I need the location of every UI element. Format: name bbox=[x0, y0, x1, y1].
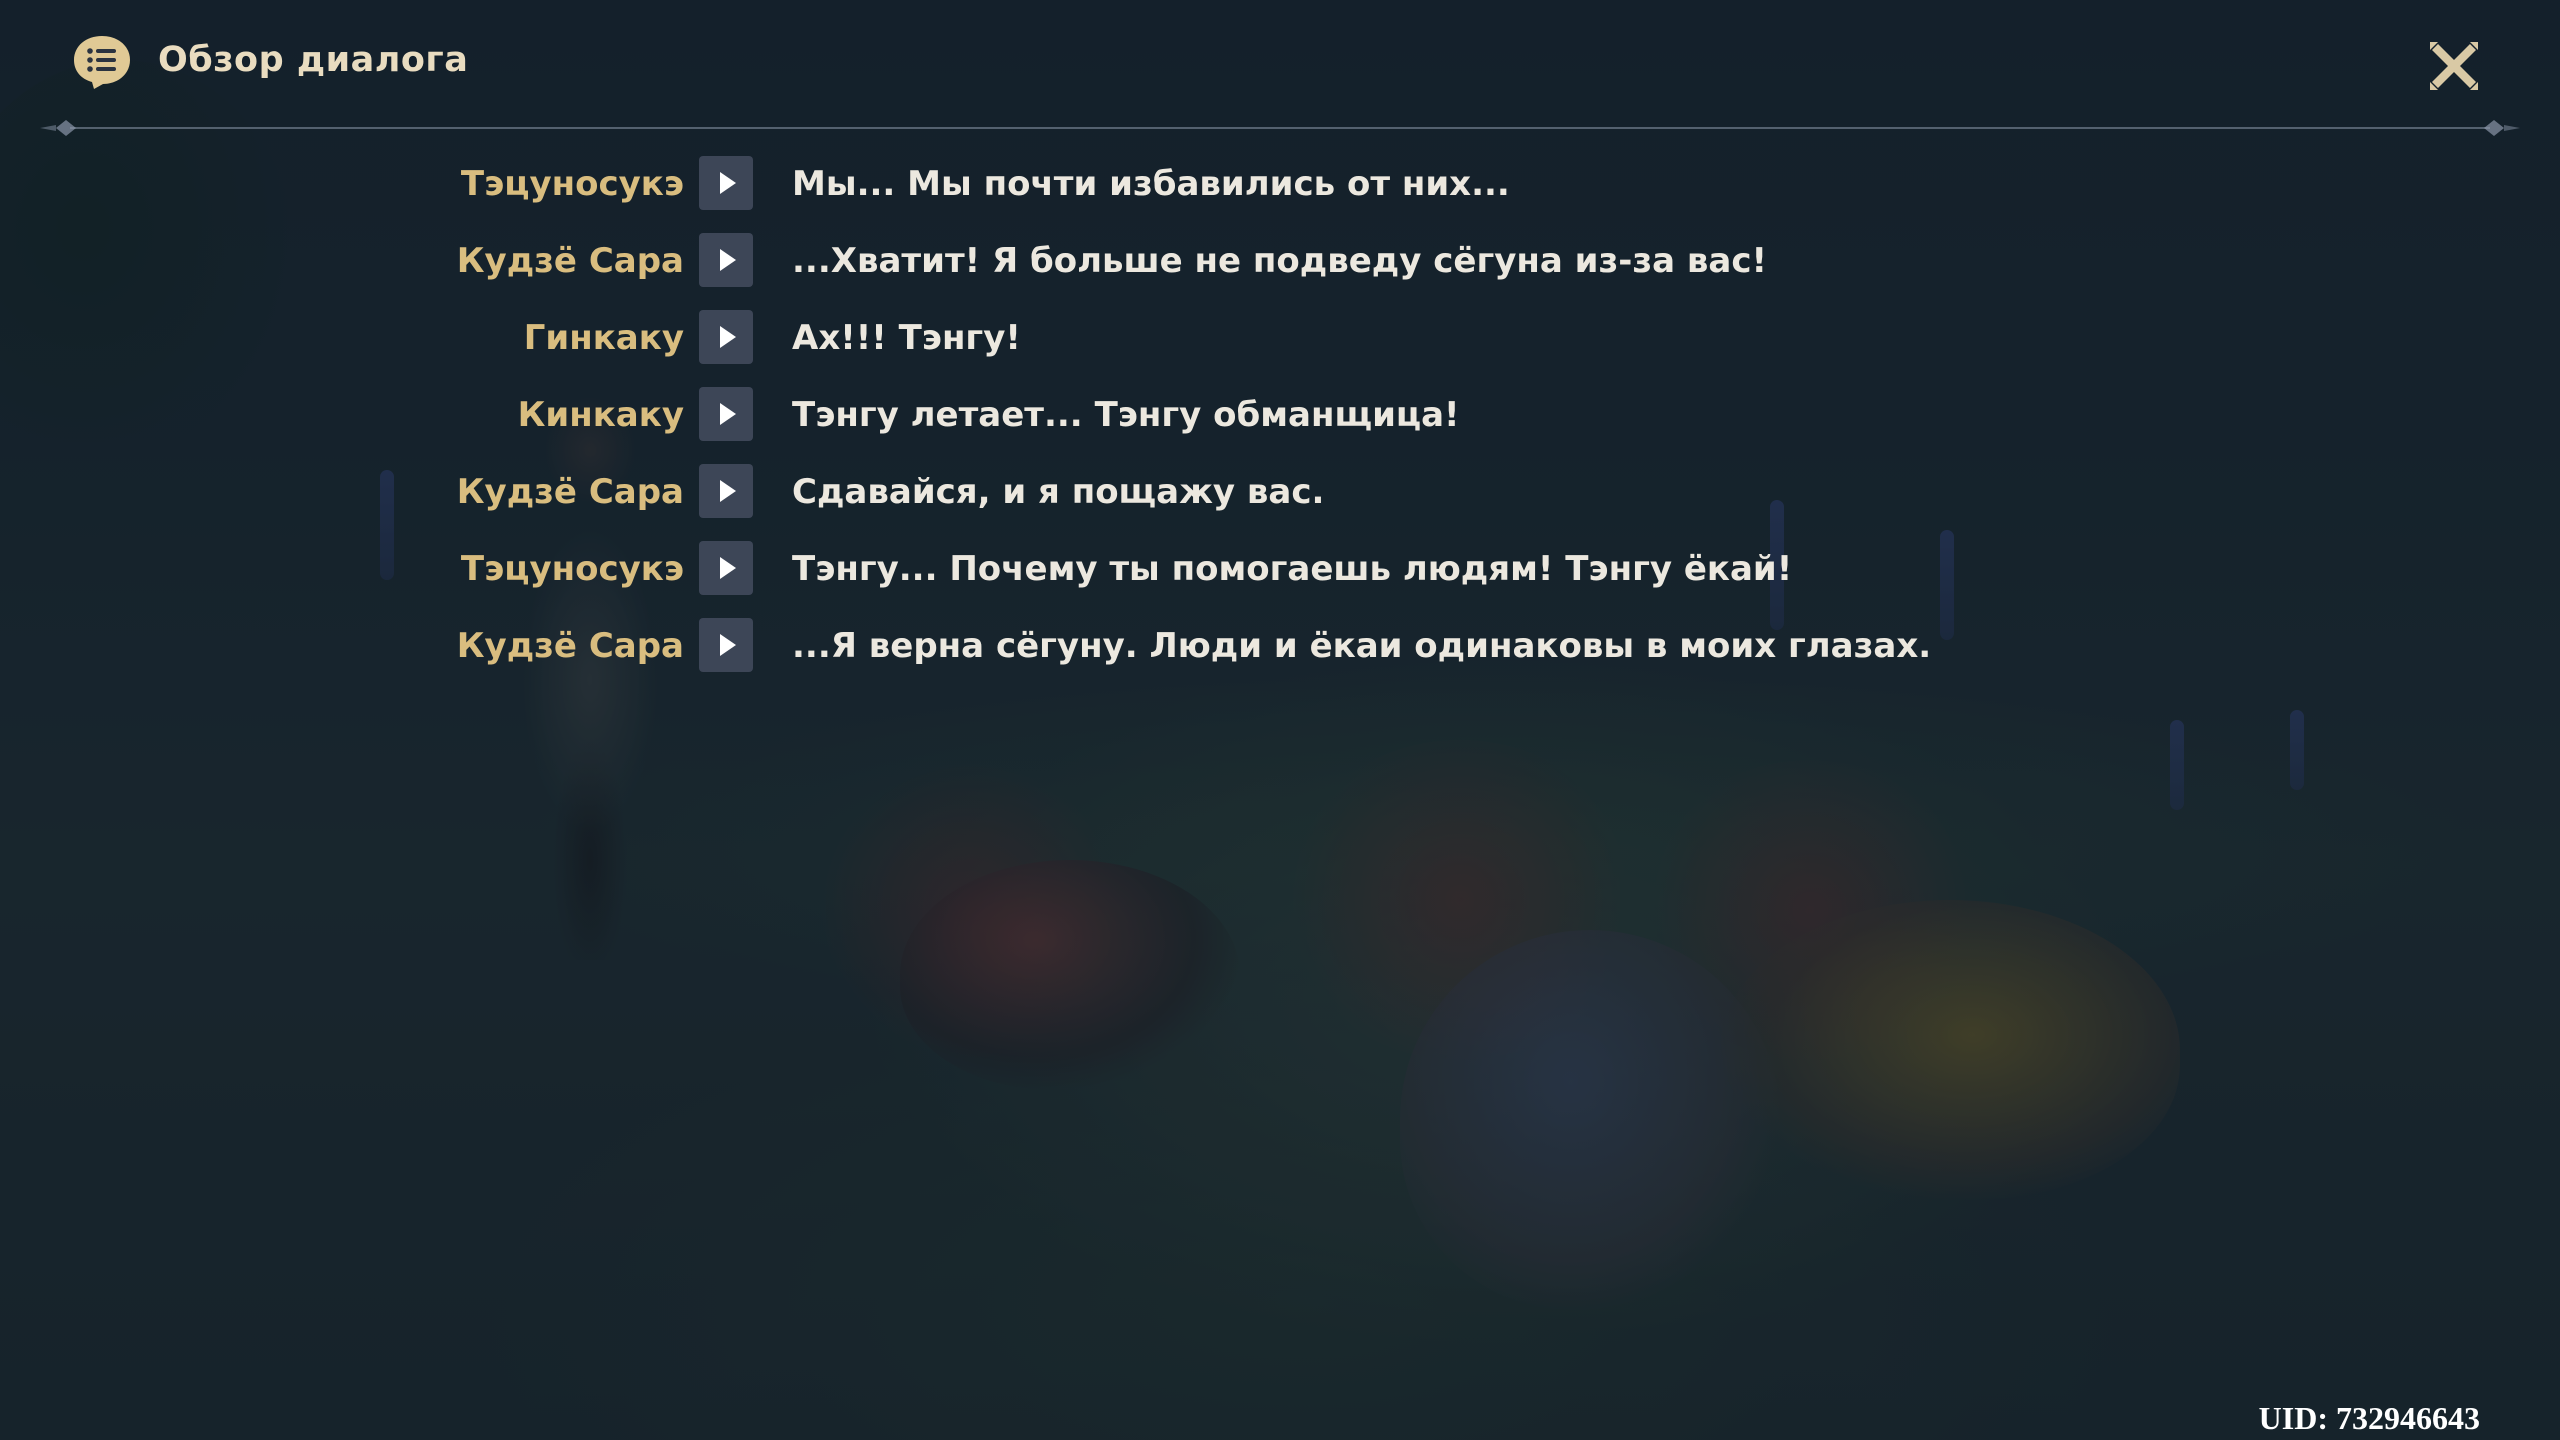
header-divider bbox=[40, 116, 2520, 140]
dialog-line: Тэнгу... Почему ты помогаешь людям! Тэнг… bbox=[792, 549, 1793, 589]
play-voice-button[interactable] bbox=[699, 618, 753, 672]
dialog-line: ...Я верна сёгуну. Люди и ёкаи одинаковы… bbox=[792, 626, 1932, 666]
speaker-name: Кудзё Сара bbox=[456, 241, 684, 281]
speaker-name: Кудзё Сара bbox=[456, 626, 684, 666]
speaker-name: Кинкаку bbox=[517, 395, 684, 435]
dialog-row: Гинкаку Ах!!! Тэнгу! bbox=[0, 310, 2560, 366]
page-title: Обзор диалога bbox=[158, 40, 469, 80]
dialog-row: Тэцуносукэ Тэнгу... Почему ты помогаешь … bbox=[0, 541, 2560, 597]
dialog-row: Кинкаку Тэнгу летает... Тэнгу обманщица! bbox=[0, 387, 2560, 443]
dialog-row: Тэцуносукэ Мы... Мы почти избавились от … bbox=[0, 156, 2560, 212]
dialog-line: ...Хватит! Я больше не подведу сёгуна из… bbox=[792, 241, 1768, 281]
dialog-row: Кудзё Сара Сдавайся, и я пощажу вас. bbox=[0, 464, 2560, 520]
play-voice-button[interactable] bbox=[699, 464, 753, 518]
game-scene-background bbox=[0, 0, 2560, 1440]
play-icon bbox=[720, 249, 736, 271]
close-button[interactable] bbox=[2424, 36, 2484, 96]
play-icon bbox=[720, 480, 736, 502]
speaker-name: Гинкаку bbox=[523, 318, 684, 358]
play-voice-button[interactable] bbox=[699, 541, 753, 595]
dialog-log-icon bbox=[72, 34, 132, 90]
play-icon bbox=[720, 634, 736, 656]
dialog-line: Ах!!! Тэнгу! bbox=[792, 318, 1021, 358]
close-icon bbox=[2430, 42, 2478, 90]
speaker-name: Кудзё Сара bbox=[456, 472, 684, 512]
dialog-row: Кудзё Сара ...Я верна сёгуну. Люди и ёка… bbox=[0, 618, 2560, 674]
dialog-line: Мы... Мы почти избавились от них... bbox=[792, 164, 1510, 204]
dialog-line: Сдавайся, и я пощажу вас. bbox=[792, 472, 1325, 512]
play-voice-button[interactable] bbox=[699, 387, 753, 441]
uid-label: UID: 732946643 bbox=[2258, 1400, 2480, 1436]
dialog-line: Тэнгу летает... Тэнгу обманщица! bbox=[792, 395, 1460, 435]
speaker-name: Тэцуносукэ bbox=[460, 164, 684, 204]
overlay-dim bbox=[0, 0, 2560, 1440]
play-icon bbox=[720, 326, 736, 348]
play-voice-button[interactable] bbox=[699, 233, 753, 287]
speaker-name: Тэцуносукэ bbox=[460, 549, 684, 589]
play-voice-button[interactable] bbox=[699, 156, 753, 210]
play-voice-button[interactable] bbox=[699, 310, 753, 364]
play-icon bbox=[720, 557, 736, 579]
dialog-row: Кудзё Сара ...Хватит! Я больше не подвед… bbox=[0, 233, 2560, 289]
play-icon bbox=[720, 172, 736, 194]
play-icon bbox=[720, 403, 736, 425]
